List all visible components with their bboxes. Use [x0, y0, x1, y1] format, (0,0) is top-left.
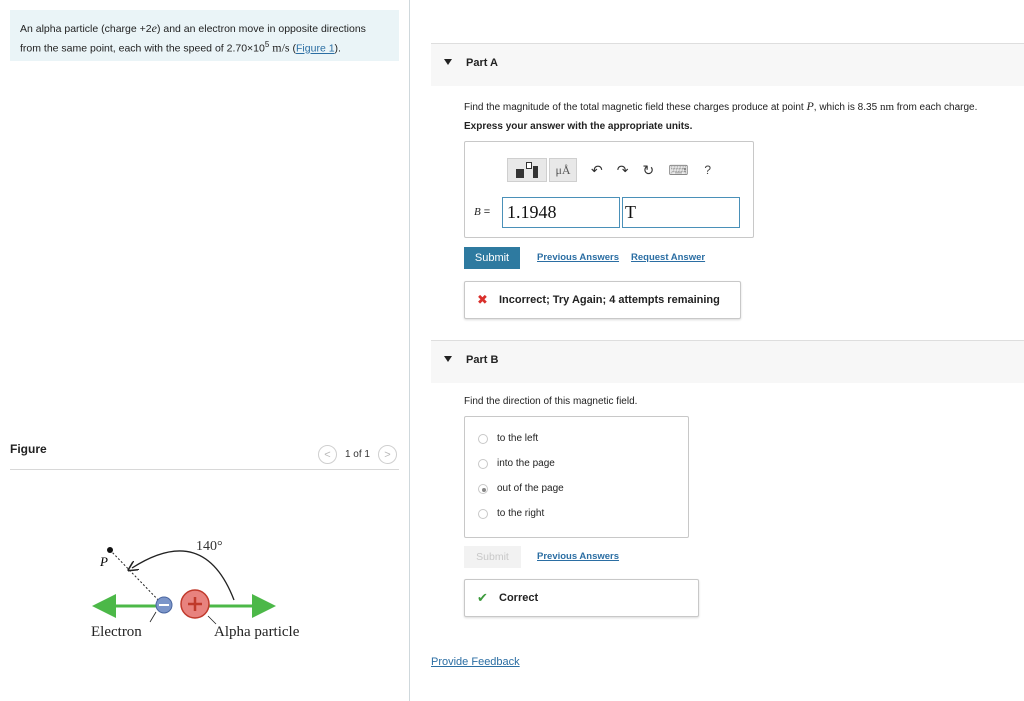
alpha-particle-label: Alpha particle: [214, 624, 300, 640]
keyboard-icon[interactable]: ⌨: [668, 162, 688, 179]
part-a-instruction: Express your answer with the appropriate…: [464, 121, 693, 132]
reset-icon[interactable]: ↻: [642, 162, 654, 179]
chevron-right-icon: >: [384, 448, 391, 461]
radio-button-selected[interactable]: [478, 483, 488, 494]
part-b-feedback: ✔ Correct: [464, 579, 699, 617]
option-into-the-page[interactable]: into the page: [478, 458, 555, 469]
angle-label: 140°: [196, 539, 223, 554]
math-toolbar: μÅ ↶ ↷ ↻ ⌨ ?: [507, 158, 711, 182]
figure-header: Figure < 1 of 1 >: [10, 442, 399, 470]
units-button[interactable]: μÅ: [549, 158, 577, 182]
help-icon[interactable]: ?: [704, 163, 711, 177]
undo-icon[interactable]: ↶: [591, 162, 603, 179]
value-input[interactable]: 1.1948: [502, 197, 620, 228]
part-b-header[interactable]: Part B: [431, 340, 1024, 383]
answer-box: μÅ ↶ ↷ ↻ ⌨ ? B = 1.1948 T: [464, 141, 754, 238]
problem-text-start: An alpha particle (charge +2: [20, 23, 152, 35]
distance-unit: nm: [879, 101, 894, 113]
caret-down-icon: [444, 59, 452, 65]
option-to-the-right[interactable]: to the right: [478, 508, 544, 519]
left-panel: An alpha particle (charge +2e) and an el…: [0, 0, 410, 701]
submit-button-disabled: Submit: [464, 546, 521, 568]
templates-button[interactable]: [507, 158, 547, 182]
unit-input[interactable]: T: [622, 197, 740, 228]
prev-figure-button[interactable]: <: [317, 445, 337, 464]
checkmark-icon: ✔: [477, 590, 488, 605]
option-out-of-the-page[interactable]: out of the page: [478, 483, 564, 494]
submit-button[interactable]: Submit: [464, 247, 520, 269]
previous-answers-link[interactable]: Previous Answers: [537, 252, 619, 263]
part-b-question: Find the direction of this magnetic fiel…: [464, 396, 638, 407]
part-a-question: Find the magnitude of the total magnetic…: [464, 99, 978, 113]
part-a-header[interactable]: Part A: [431, 43, 1024, 86]
speed-exponent: 5: [264, 40, 270, 49]
feedback-message: Incorrect; Try Again; 4 attempts remaini…: [499, 294, 720, 306]
radio-button[interactable]: [478, 508, 488, 519]
problem-close-paren: ).: [334, 42, 341, 55]
part-b-title: Part B: [466, 354, 499, 366]
part-a-title: Part A: [466, 57, 498, 69]
figure-counter: 1 of 1: [344, 449, 370, 460]
next-figure-button[interactable]: >: [378, 445, 397, 464]
point-p-label: P: [99, 554, 108, 569]
part-a-feedback: ✖ Incorrect; Try Again; 4 attempts remai…: [464, 281, 741, 319]
radio-button[interactable]: [478, 458, 488, 469]
figure-navigation: < 1 of 1 >: [317, 445, 397, 464]
problem-statement: An alpha particle (charge +2e) and an el…: [10, 10, 399, 61]
provide-feedback-link[interactable]: Provide Feedback: [431, 656, 520, 668]
line-to-point-p: [109, 549, 165, 607]
direction-options: to the left into the page out of the pag…: [464, 416, 689, 538]
figure-diagram: P 140° Electron Alpha particle: [91, 539, 300, 640]
request-answer-link[interactable]: Request Answer: [631, 252, 705, 263]
caret-down-icon: [444, 356, 452, 362]
incorrect-icon: ✖: [477, 292, 488, 307]
feedback-message: Correct: [499, 592, 539, 604]
previous-answers-link[interactable]: Previous Answers: [537, 551, 619, 562]
chevron-left-icon: <: [324, 448, 331, 461]
speed-units: m/s: [272, 40, 290, 55]
point-symbol: P: [806, 99, 814, 113]
variable-label: B =: [474, 206, 491, 218]
radio-button[interactable]: [478, 433, 488, 444]
templates-icon: [516, 162, 538, 178]
redo-icon[interactable]: ↷: [617, 162, 629, 179]
electron-label: Electron: [91, 624, 142, 640]
angle-arc: [132, 550, 235, 601]
figure-title: Figure: [10, 442, 47, 456]
option-to-the-left[interactable]: to the left: [478, 433, 538, 444]
figure-link[interactable]: Figure 1: [296, 43, 335, 55]
point-p-dot: [107, 547, 113, 553]
